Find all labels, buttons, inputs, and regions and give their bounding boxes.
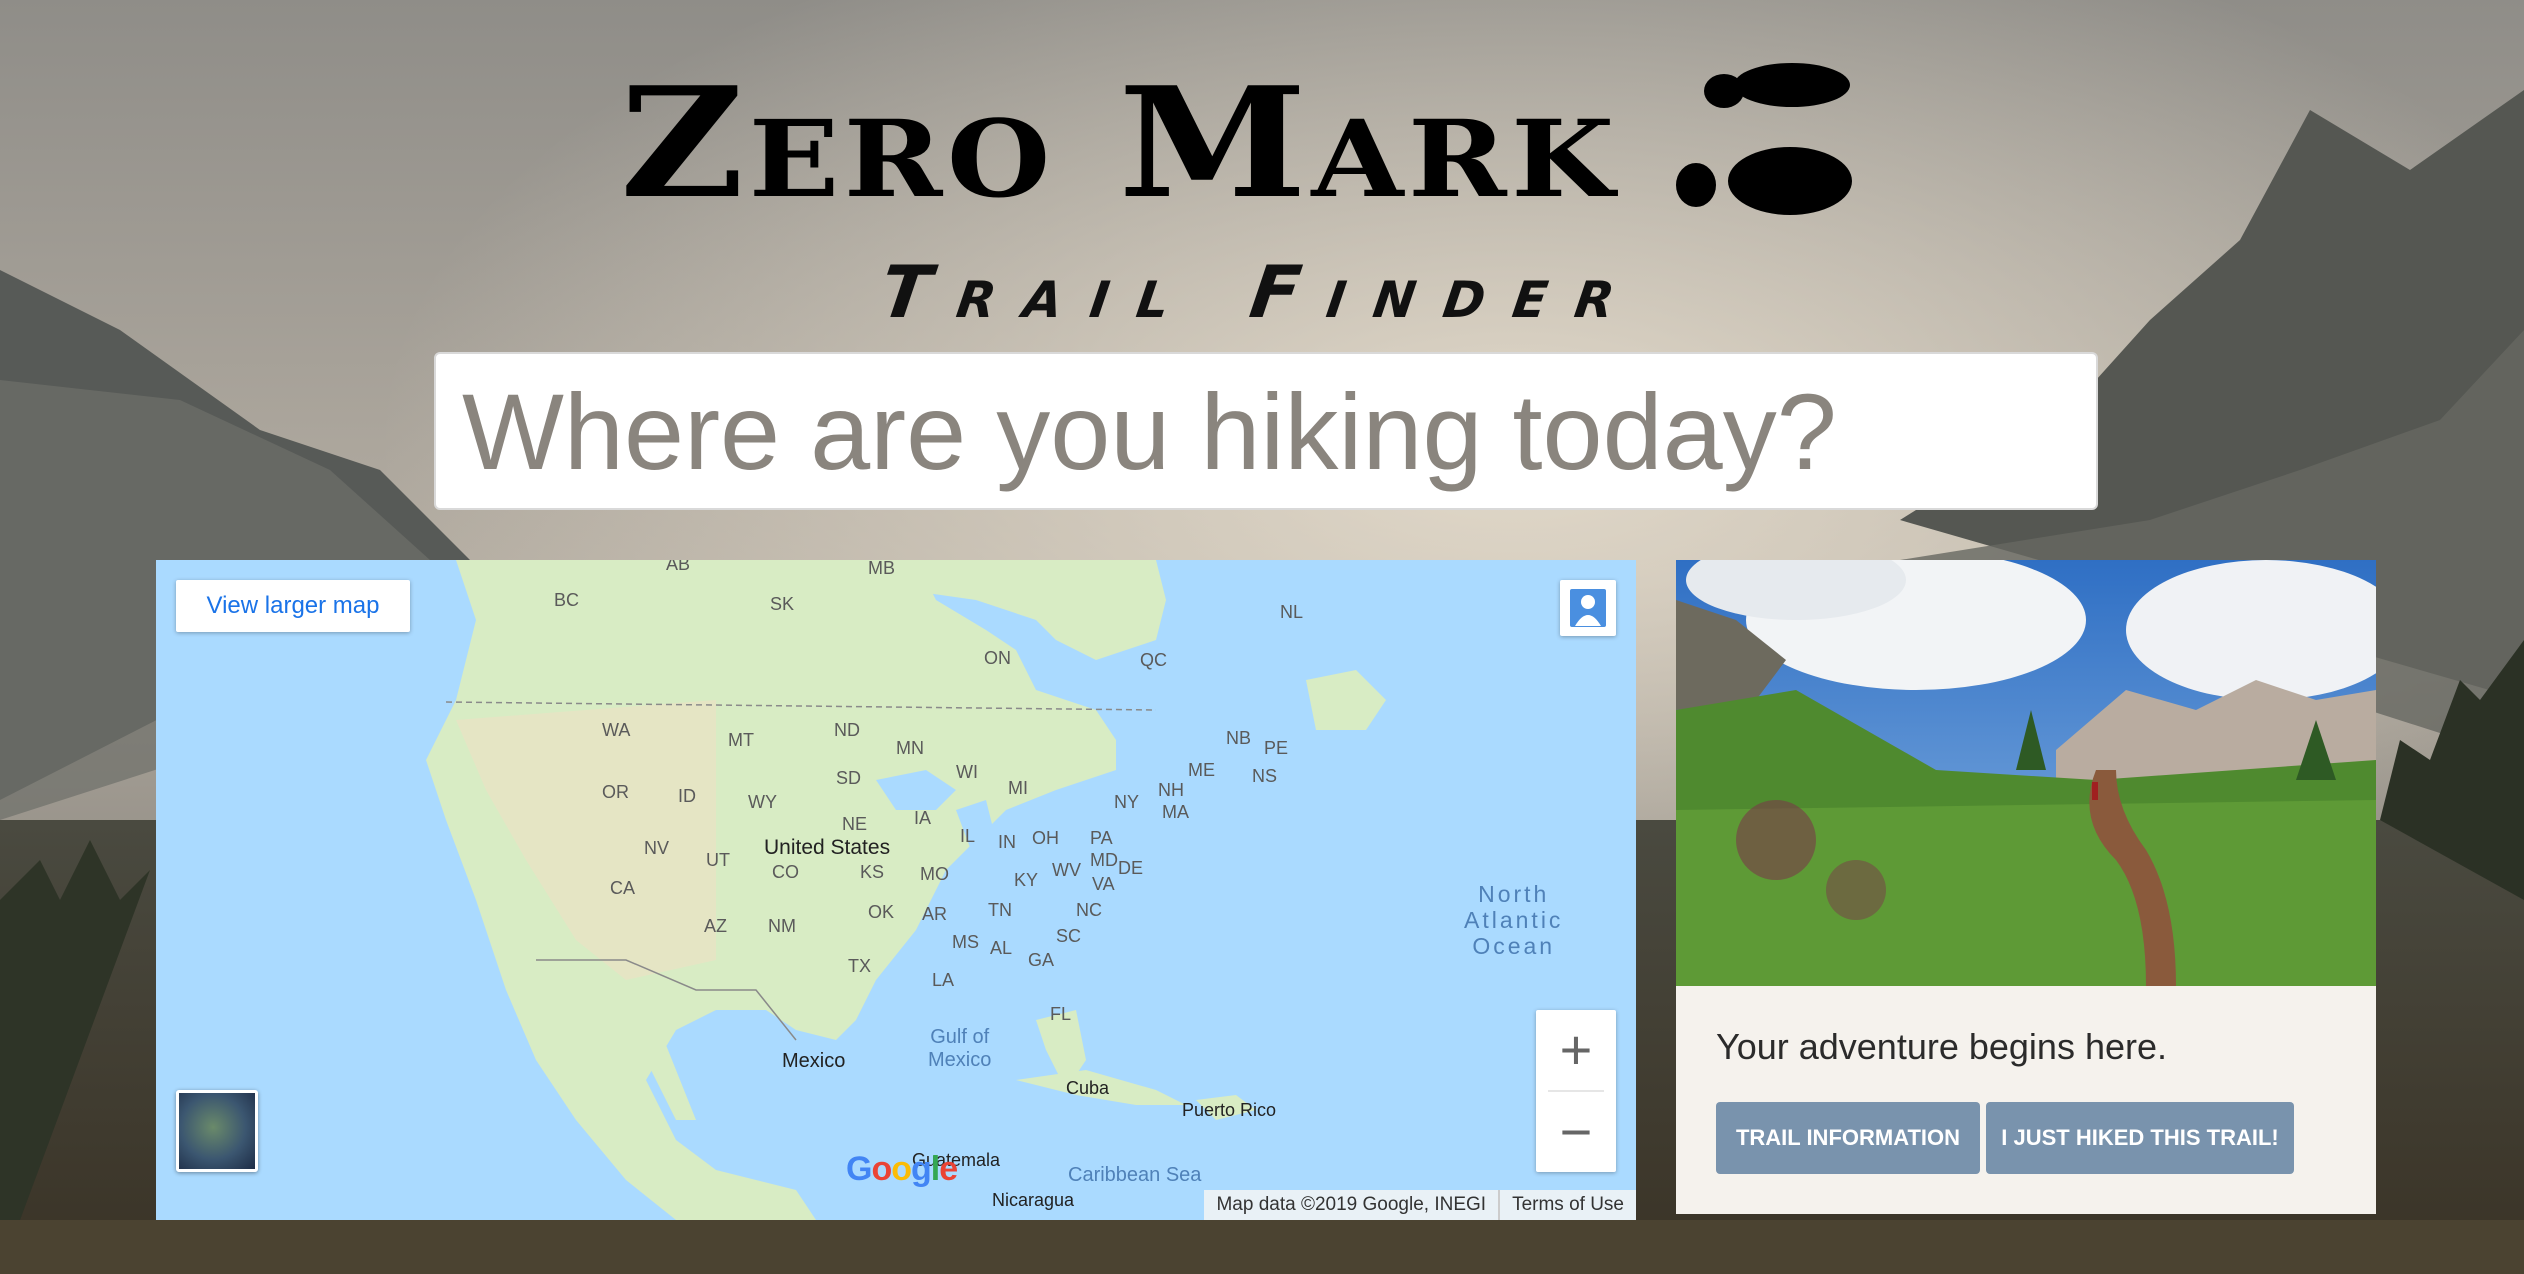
map-label: OR bbox=[602, 782, 629, 802]
map-label: WA bbox=[602, 720, 631, 740]
map-landmass bbox=[426, 560, 1386, 1220]
map-label: GA bbox=[1028, 950, 1055, 970]
map-label: WY bbox=[748, 792, 777, 812]
map-label: FL bbox=[1050, 1004, 1072, 1024]
map-label: NS bbox=[1252, 766, 1278, 786]
zoom-out-button[interactable]: − bbox=[1536, 1092, 1616, 1172]
map-label: WV bbox=[1052, 860, 1081, 880]
map-label: MS bbox=[952, 932, 979, 952]
map-label: WI bbox=[956, 762, 978, 782]
map-label: IN bbox=[998, 832, 1016, 852]
map-label: TX bbox=[848, 956, 872, 976]
trail-information-button[interactable]: TRAIL INFORMATION bbox=[1716, 1102, 1980, 1174]
map-label-puerto-rico: Puerto Rico bbox=[1182, 1100, 1277, 1120]
terms-of-use-link[interactable]: Terms of Use bbox=[1498, 1190, 1636, 1220]
zoom-controls: + − bbox=[1536, 1010, 1616, 1172]
map-label-united-states: United States bbox=[764, 836, 891, 859]
map-label: ID bbox=[678, 786, 696, 806]
map-label: MB bbox=[868, 560, 895, 578]
map-label: PA bbox=[1090, 828, 1113, 848]
street-view-pegman-icon[interactable] bbox=[1560, 580, 1616, 636]
map-label: ND bbox=[834, 720, 860, 740]
footprints-icon bbox=[1675, 63, 1852, 215]
map-label: NB bbox=[1226, 728, 1252, 748]
satellite-toggle-button[interactable] bbox=[176, 1090, 258, 1172]
just-hiked-button[interactable]: I JUST HIKED THIS TRAIL! bbox=[1986, 1102, 2294, 1174]
map-label: AL bbox=[990, 938, 1013, 958]
map-label: MT bbox=[728, 730, 754, 750]
map-label: KS bbox=[860, 862, 885, 882]
map-label: NL bbox=[1280, 602, 1304, 622]
google-logo: Google bbox=[846, 1150, 958, 1188]
map-label: CA bbox=[610, 878, 636, 898]
map-label: NM bbox=[768, 916, 796, 936]
map-label: MI bbox=[1008, 778, 1028, 798]
map-label: MD bbox=[1090, 850, 1118, 870]
brand-title: Zero Mark bbox=[620, 53, 1619, 232]
brand-header: Zero Mark bbox=[620, 53, 1862, 232]
map-label: SK bbox=[770, 594, 795, 614]
map-label: MN bbox=[896, 738, 924, 758]
map-label: OK bbox=[868, 902, 895, 922]
map-label-gulf: Gulf of Mexico bbox=[928, 1026, 992, 1071]
map-label-cuba: Cuba bbox=[1066, 1078, 1110, 1098]
trail-photo bbox=[1676, 560, 2376, 986]
map-label: NE bbox=[842, 814, 868, 834]
map-label: NH bbox=[1158, 780, 1184, 800]
map-label: AR bbox=[922, 904, 948, 924]
map-label: AB bbox=[666, 560, 691, 574]
map-label: LA bbox=[932, 970, 955, 990]
map-label: IA bbox=[914, 808, 932, 828]
map-label: OH bbox=[1032, 828, 1059, 848]
map-label: UT bbox=[706, 850, 730, 870]
brand-subtitle: Trail Finder bbox=[875, 250, 1649, 334]
view-larger-map-button[interactable]: View larger map bbox=[176, 580, 410, 632]
map-label: NY bbox=[1114, 792, 1140, 812]
map-label-caribbean: Caribbean Sea bbox=[1068, 1164, 1202, 1186]
map-label: CO bbox=[772, 862, 799, 882]
search-box bbox=[434, 352, 2098, 510]
map-label-nicaragua: Nicaragua bbox=[992, 1190, 1075, 1210]
trail-card: Your adventure begins here. TRAIL INFORM… bbox=[1676, 560, 2376, 1214]
map-attribution: Map data ©2019 Google, INEGI bbox=[1216, 1194, 1487, 1215]
map-label: NC bbox=[1076, 900, 1102, 920]
search-input[interactable] bbox=[436, 354, 2096, 508]
map-label: AZ bbox=[704, 916, 728, 936]
map-attribution-bar: Map data ©2019 Google, INEGI Terms of Us… bbox=[1204, 1190, 1636, 1220]
map-label-ocean: North Atlantic Ocean bbox=[1464, 881, 1564, 959]
map-label: SD bbox=[836, 768, 862, 788]
map-label: QC bbox=[1140, 650, 1167, 670]
map-label: IL bbox=[960, 826, 976, 846]
map-label: ON bbox=[984, 648, 1011, 668]
map-label-mexico: Mexico bbox=[782, 1050, 846, 1072]
map-panel[interactable]: AB MB BC SK ON QC NL NB PE NS WA MT ND M… bbox=[156, 560, 1636, 1220]
zoom-in-button[interactable]: + bbox=[1536, 1010, 1616, 1090]
map-label: KY bbox=[1014, 870, 1039, 890]
map-label: MA bbox=[1162, 802, 1189, 822]
map-label: ME bbox=[1188, 760, 1215, 780]
map-label: MO bbox=[920, 864, 949, 884]
card-tagline: Your adventure begins here. bbox=[1716, 1026, 2168, 1067]
map-label: PE bbox=[1264, 738, 1289, 758]
map-label: TN bbox=[988, 900, 1012, 920]
map-label: VA bbox=[1092, 874, 1115, 894]
map-label: NV bbox=[644, 838, 670, 858]
map-label: BC bbox=[554, 590, 580, 610]
map-label: DE bbox=[1118, 858, 1144, 878]
map-label: SC bbox=[1056, 926, 1082, 946]
